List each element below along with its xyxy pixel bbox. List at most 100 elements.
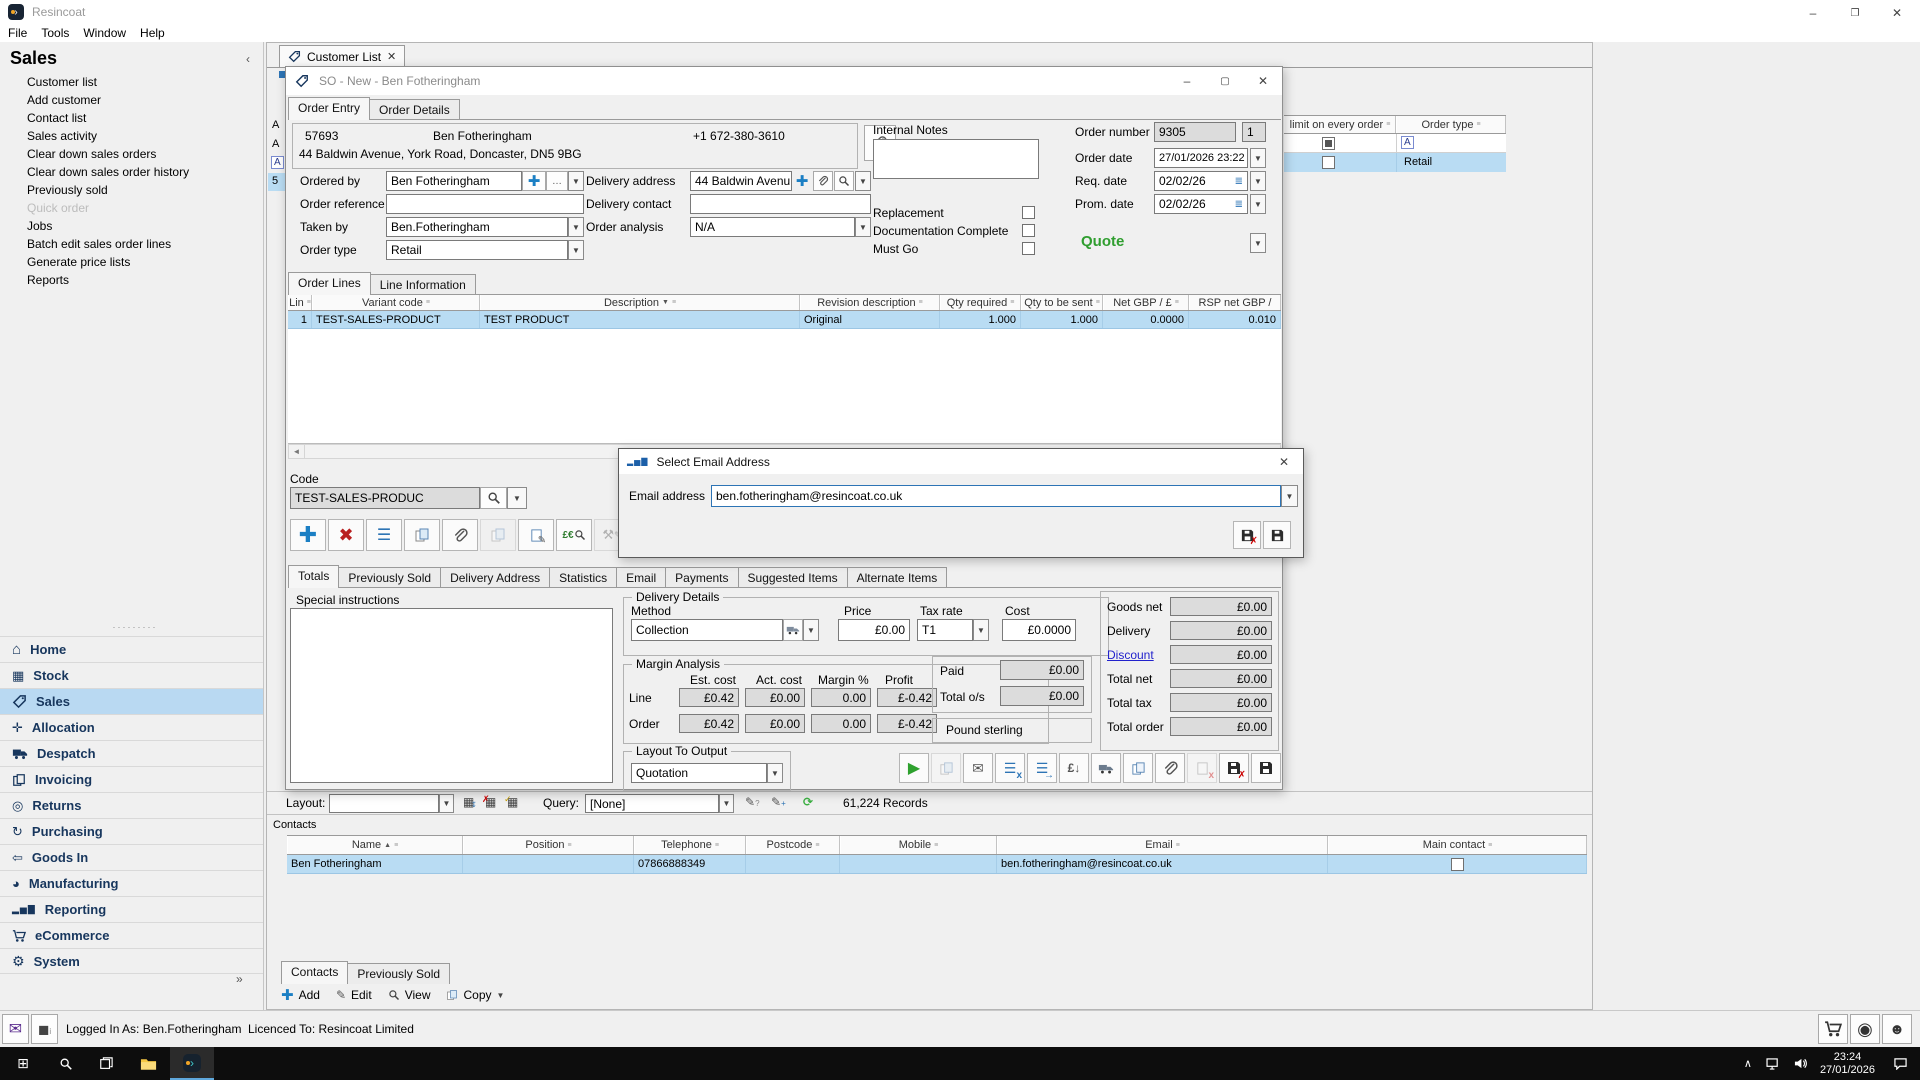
attach-line-button[interactable] <box>442 519 478 551</box>
edit-document-button[interactable]: ✎ <box>518 519 554 551</box>
layout-select[interactable] <box>329 794 439 813</box>
pin-icon[interactable]: ≡ <box>934 842 938 849</box>
nav-item-sales[interactable]: Sales <box>0 688 263 714</box>
email-dialog-close-button[interactable]: ✕ <box>1265 450 1303 474</box>
nav-item-system[interactable]: ⚙System <box>0 948 263 974</box>
delivery-address-add-button[interactable]: ✚ <box>792 171 812 191</box>
save-button[interactable] <box>1251 753 1281 783</box>
order-analysis-field[interactable]: N/A <box>690 217 855 237</box>
pin-icon[interactable]: ≡ <box>715 842 719 849</box>
pin-icon[interactable]: ≡ <box>815 842 819 849</box>
side-grid-col-limit[interactable]: limit on every order≡ <box>1284 116 1396 133</box>
messages-button[interactable]: ✉ <box>2 1014 29 1044</box>
contacts-col-position[interactable]: Position≡ <box>463 836 634 854</box>
sidebar-splitter[interactable]: ········· <box>90 622 180 632</box>
tab-order-details[interactable]: Order Details <box>369 99 460 120</box>
filter-checkbox[interactable] <box>1322 137 1335 150</box>
despatch-order-button[interactable] <box>1091 753 1121 783</box>
order-type-dropdown-arrow[interactable]: ▼ <box>568 240 584 260</box>
maximize-button[interactable]: ❐ <box>1836 0 1874 26</box>
col-net-gbp[interactable]: Net GBP / £≡ <box>1103 295 1189 310</box>
process-order-button[interactable]: ▶ <box>899 753 929 783</box>
email-discard-button[interactable]: ✗ <box>1233 521 1261 549</box>
taken-by-field[interactable]: Ben.Fotheringham <box>386 217 568 237</box>
method-truck-button[interactable] <box>783 619 803 641</box>
cost-field[interactable]: £0.0000 <box>1002 619 1076 641</box>
tray-chevron-icon[interactable]: ∧ <box>1744 1057 1752 1070</box>
view-contact-button[interactable]: View <box>388 988 431 1002</box>
tab-contacts[interactable]: Contacts <box>281 961 348 984</box>
sidebar-item-previously-sold[interactable]: Previously sold <box>27 183 108 197</box>
layout-save-button[interactable]: ▦↧ <box>463 795 474 809</box>
customer-list-tab[interactable]: Customer List ✕ <box>279 45 405 67</box>
nav-item-purchasing[interactable]: ↻Purchasing <box>0 818 263 844</box>
pin-icon[interactable]: ≡ <box>1175 299 1179 306</box>
system-info-button[interactable]: ◼i <box>31 1014 58 1044</box>
order-line-row[interactable]: 1 TEST-SALES-PRODUCT TEST PRODUCT Origin… <box>288 311 1281 329</box>
query-select[interactable]: [None] <box>585 794 719 813</box>
email-dropdown-arrow[interactable]: ▼ <box>1281 485 1298 507</box>
email-order-button[interactable]: ✉ <box>963 753 993 783</box>
tab-alternate-items[interactable]: Alternate Items <box>847 567 948 588</box>
tax-rate-field[interactable]: T1 <box>917 619 973 641</box>
order-type-field[interactable]: Retail <box>386 240 568 260</box>
pin-icon[interactable]: ≡ <box>1488 842 1492 849</box>
nav-item-allocation[interactable]: ✛Allocation <box>0 714 263 740</box>
tab-line-information[interactable]: Line Information <box>370 274 476 295</box>
add-line-button[interactable]: ✚ <box>290 519 326 551</box>
email-address-field[interactable]: ben.fotheringham@resincoat.co.uk <box>711 485 1281 507</box>
nav-item-ecommerce[interactable]: eCommerce <box>0 922 263 948</box>
code-dropdown-arrow[interactable]: ▼ <box>507 487 527 509</box>
order-status-dropdown-arrow[interactable]: ▼ <box>1250 233 1266 253</box>
discount-link[interactable]: Discount <box>1107 648 1154 662</box>
sidebar-item-clear-down-sales-order-history[interactable]: Clear down sales order history <box>27 165 189 179</box>
ordered-by-dropdown-arrow[interactable]: ▼ <box>568 171 584 191</box>
query-dropdown-arrow[interactable]: ▼ <box>719 794 734 813</box>
nav-item-home[interactable]: ⌂Home <box>0 636 263 662</box>
sidebar-item-customer-list[interactable]: Customer list <box>27 75 97 89</box>
special-instructions-textarea[interactable] <box>290 608 613 783</box>
order-date-field[interactable]: 27/01/2026 23:22 <box>1154 148 1248 168</box>
pin-icon[interactable]: ≡ <box>1176 842 1180 849</box>
side-grid-col-order-type[interactable]: Order type≡ <box>1396 116 1506 133</box>
method-field[interactable]: Collection <box>631 619 783 641</box>
order-date-dropdown-arrow[interactable]: ▼ <box>1250 148 1266 168</box>
close-button[interactable]: ✕ <box>1878 0 1916 26</box>
line-details-button[interactable]: ☰ <box>366 519 402 551</box>
layout-apply-button[interactable]: ▦✓ <box>507 795 518 809</box>
menu-file[interactable]: File <box>8 26 27 40</box>
support-button[interactable]: ☻ <box>1882 1014 1912 1044</box>
ordered-by-browse-button[interactable]: … <box>546 171 568 191</box>
pin-icon[interactable]: ≡ <box>1096 299 1100 306</box>
media-button[interactable]: ◉ <box>1850 1014 1880 1044</box>
customer-list-tab-close-icon[interactable]: ✕ <box>387 50 396 63</box>
col-variant-code[interactable]: Variant code≡ <box>312 295 480 310</box>
pin-icon[interactable]: ≡ <box>394 842 398 849</box>
taskbar-clock[interactable]: 23:24 27/01/2026 <box>1820 1051 1875 1077</box>
menu-tools[interactable]: Tools <box>41 26 69 40</box>
delivery-contact-field[interactable] <box>690 194 871 214</box>
nav-item-returns[interactable]: ◎Returns <box>0 792 263 818</box>
tab-delivery-address[interactable]: Delivery Address <box>440 567 550 588</box>
col-qty-to-be-sent[interactable]: Qty to be sent≡ <box>1021 295 1103 310</box>
tax-rate-dropdown-arrow[interactable]: ▼ <box>973 619 989 641</box>
documentation-complete-checkbox[interactable] <box>1022 224 1035 237</box>
discard-button[interactable]: ✗ <box>1219 753 1249 783</box>
layout-to-output-dropdown-arrow[interactable]: ▼ <box>767 763 783 783</box>
nav-item-reporting[interactable]: ▂▅▇Reporting <box>0 896 263 922</box>
sidebar-item-reports[interactable]: Reports <box>27 273 69 287</box>
order-status-value[interactable]: Quote <box>1081 233 1124 250</box>
clear-lines-button[interactable]: ☰x <box>995 753 1025 783</box>
col-rsp-net-gbp[interactable]: RSP net GBP / <box>1189 295 1281 310</box>
delivery-address-dropdown-arrow[interactable]: ▼ <box>855 171 871 191</box>
calendar-icon[interactable]: ≣ <box>1235 176 1243 187</box>
side-grid-row[interactable]: Retail <box>1284 153 1506 172</box>
pin-icon[interactable]: ≡ <box>1010 299 1014 306</box>
pin-icon[interactable]: ≡ <box>568 842 572 849</box>
pin-icon[interactable]: ≡ <box>307 299 311 306</box>
contacts-col-email[interactable]: Email≡ <box>997 836 1328 854</box>
nav-item-despatch[interactable]: Despatch <box>0 740 263 766</box>
basket-button[interactable] <box>1818 1014 1848 1044</box>
prom-date-field[interactable]: 02/02/26≣ <box>1154 194 1248 214</box>
price-field[interactable]: £0.00 <box>838 619 910 641</box>
